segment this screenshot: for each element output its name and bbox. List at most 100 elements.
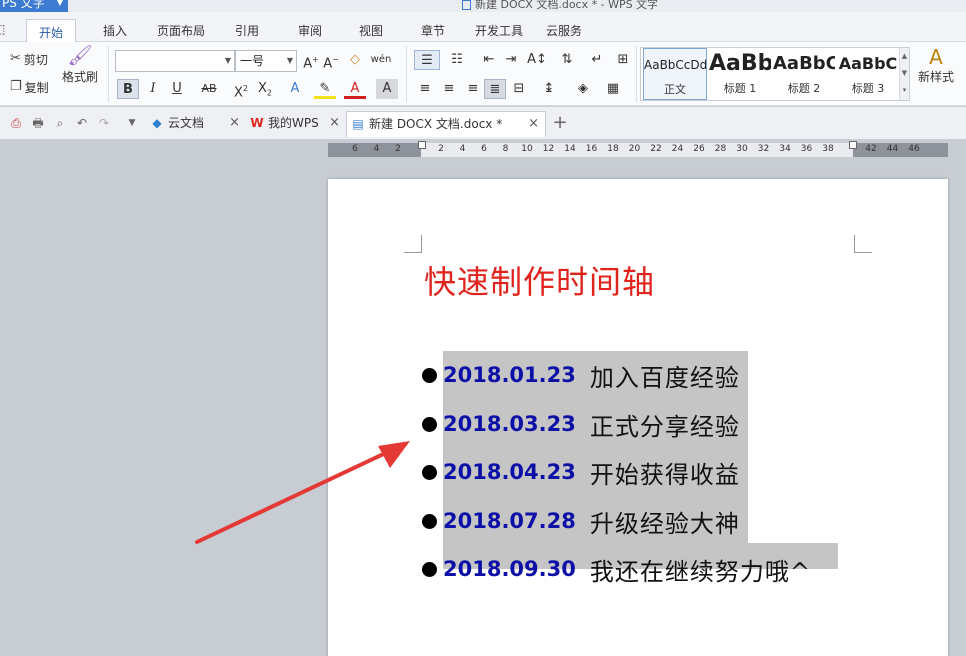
- line-spacing-icon[interactable]: ↨: [538, 79, 560, 99]
- style-heading-1[interactable]: AaBb 标题 1: [709, 48, 771, 100]
- copy-button[interactable]: ❐ 复制: [10, 78, 49, 96]
- new-style-button[interactable]: A 新样式: [918, 45, 954, 85]
- highlight-icon[interactable]: ✎: [314, 79, 336, 99]
- grow-font-button[interactable]: A+: [300, 50, 322, 71]
- subscript-button[interactable]: X2: [254, 79, 276, 99]
- style-heading-2[interactable]: AaBbC 标题 2: [773, 48, 835, 100]
- superscript-button[interactable]: X2: [230, 79, 252, 100]
- tab-cloud-service[interactable]: 云服务: [546, 22, 582, 39]
- close-icon[interactable]: ×: [528, 112, 539, 136]
- margin-corner-mark: [404, 235, 422, 253]
- ruler-tick: 8: [502, 144, 509, 154]
- tab-review[interactable]: 审阅: [298, 22, 322, 39]
- timeline-text: 加入百度经验: [589, 363, 740, 392]
- increase-indent-icon[interactable]: ⇥: [500, 50, 522, 70]
- copy-icon: ❐: [10, 79, 22, 94]
- ruler-tick: 20: [628, 144, 641, 154]
- font-color-icon[interactable]: A: [344, 79, 366, 99]
- paint-bucket-icon[interactable]: ◈: [572, 79, 594, 99]
- margin-corner-mark: [854, 235, 872, 253]
- print-preview-icon[interactable]: ⌕: [52, 115, 68, 131]
- ruler-tick: 2: [438, 144, 444, 154]
- redo-icon[interactable]: ↷: [96, 115, 112, 131]
- bullet-list-icon[interactable]: ☰: [414, 50, 440, 70]
- ruler-tick: 32: [757, 144, 770, 154]
- shrink-font-button[interactable]: A−: [320, 50, 342, 71]
- decrease-indent-icon[interactable]: ⇤: [478, 50, 500, 70]
- document-page[interactable]: 快速制作时间轴 2018.01.23 加入百度经验 2018.03.23 正式分…: [328, 179, 948, 656]
- styles-scroll[interactable]: ▲ ▼ ▾: [899, 48, 909, 100]
- border-icon[interactable]: ▦: [602, 79, 624, 99]
- tab-home[interactable]: 开始: [26, 19, 77, 43]
- chevron-down-icon[interactable]: ▼: [124, 115, 140, 131]
- ribbon: ✂ 剪切 ❐ 复制 🖌 格式刷 ▼ 一号 ▼ A+ A− ◇ wén B I U…: [0, 42, 966, 106]
- tab-new-docx[interactable]: ▤ 新建 DOCX 文档.docx * ×: [346, 111, 546, 137]
- list-item[interactable]: 2018.04.23 开始获得收益: [422, 452, 740, 492]
- ruler-tick: 44: [886, 144, 899, 154]
- ruler-tick: 46: [908, 144, 920, 154]
- style-normal[interactable]: AaBbCcDd 正文: [643, 48, 707, 100]
- app-menu-label: PS 文字: [2, 0, 45, 10]
- format-painter-button[interactable]: 🖌 格式刷: [62, 43, 98, 85]
- right-indent-marker[interactable]: [849, 141, 857, 149]
- list-item[interactable]: 2018.07.28 升级经验大神: [422, 501, 740, 541]
- strikethrough-button[interactable]: AB: [196, 79, 222, 99]
- clear-format-icon[interactable]: ◇: [344, 50, 366, 70]
- tab-developer[interactable]: 开发工具: [475, 22, 523, 39]
- timeline-date: 2018.04.23: [443, 460, 576, 484]
- font-size-select[interactable]: 一号 ▼: [235, 50, 297, 72]
- ruler-tick: 42: [865, 144, 877, 154]
- sort-icon[interactable]: ⇅: [556, 50, 578, 70]
- indent-marker[interactable]: [418, 141, 426, 149]
- app-menu-button[interactable]: PS 文字 ▼: [0, 0, 68, 12]
- paragraph-mark-icon[interactable]: ↵: [586, 50, 608, 70]
- font-name-select[interactable]: ▼: [115, 50, 235, 72]
- text-direction-icon[interactable]: A↕: [526, 50, 548, 70]
- pdf-export-icon[interactable]: ⎙: [8, 115, 24, 131]
- char-shading-icon[interactable]: A: [376, 79, 398, 99]
- timeline-date: 2018.07.28: [443, 509, 576, 533]
- italic-button[interactable]: I: [142, 79, 164, 99]
- numbered-list-icon[interactable]: ☷: [446, 50, 468, 70]
- align-right-icon[interactable]: ≡: [462, 79, 484, 99]
- phonetic-guide-icon[interactable]: wén: [370, 50, 392, 70]
- chevron-down-icon: ▼: [56, 0, 63, 7]
- timeline-date: 2018.09.30: [443, 557, 576, 581]
- justify-icon[interactable]: ≣: [484, 79, 506, 99]
- list-item[interactable]: 2018.09.30 我还在继续努力哦^: [422, 549, 811, 589]
- print-icon[interactable]: 🖶: [30, 115, 46, 131]
- tab-view[interactable]: 视图: [359, 22, 383, 39]
- cut-button[interactable]: ✂ 剪切: [10, 50, 48, 68]
- new-tab-button[interactable]: +: [552, 114, 568, 132]
- horizontal-ruler[interactable]: 6 4 2 2 4 6 8 10 12 14 16 18 20 22 24 26 28 30 32 34 36 38 42 4…: [328, 141, 948, 157]
- table-grid-icon[interactable]: ⊞: [612, 50, 634, 70]
- ruler-tick: 10: [521, 144, 533, 154]
- tab-insert[interactable]: 插入: [103, 22, 127, 39]
- underline-button[interactable]: U: [166, 79, 188, 99]
- document-workspace: 快速制作时间轴 2018.01.23 加入百度经验 2018.03.23 正式分…: [0, 163, 966, 656]
- ruler-tick: 28: [714, 144, 727, 154]
- tab-chapter[interactable]: 章节: [421, 22, 445, 39]
- ruler-tick: 34: [779, 144, 791, 154]
- bold-button[interactable]: B: [117, 79, 139, 99]
- close-icon[interactable]: ×: [229, 111, 240, 135]
- tab-file-partial[interactable]: ⬚: [0, 22, 5, 36]
- new-style-icon: A: [929, 45, 943, 69]
- tab-references[interactable]: 引用: [235, 22, 259, 39]
- timeline-date: 2018.03.23: [443, 412, 576, 436]
- list-item[interactable]: 2018.01.23 加入百度经验: [422, 355, 740, 395]
- style-heading-3[interactable]: AaBbC 标题 3: [837, 48, 899, 100]
- brush-icon: 🖌: [67, 43, 93, 67]
- tab-page-layout[interactable]: 页面布局: [157, 22, 205, 39]
- align-center-icon[interactable]: ≡: [438, 79, 460, 99]
- document-heading[interactable]: 快速制作时间轴: [424, 257, 655, 303]
- align-left-icon[interactable]: ≡: [414, 79, 436, 99]
- cloud-doc-icon: ◆: [152, 116, 162, 130]
- distributed-icon[interactable]: ⊟: [508, 79, 530, 99]
- text-effect-icon[interactable]: A: [284, 79, 306, 99]
- undo-icon[interactable]: ↶: [74, 115, 90, 131]
- list-item[interactable]: 2018.03.23 正式分享经验: [422, 404, 740, 444]
- tab-cloud-docs[interactable]: ◆ 云文档 ×: [146, 111, 246, 137]
- tab-my-wps[interactable]: W 我的WPS ×: [246, 111, 346, 137]
- close-icon[interactable]: ×: [329, 111, 340, 135]
